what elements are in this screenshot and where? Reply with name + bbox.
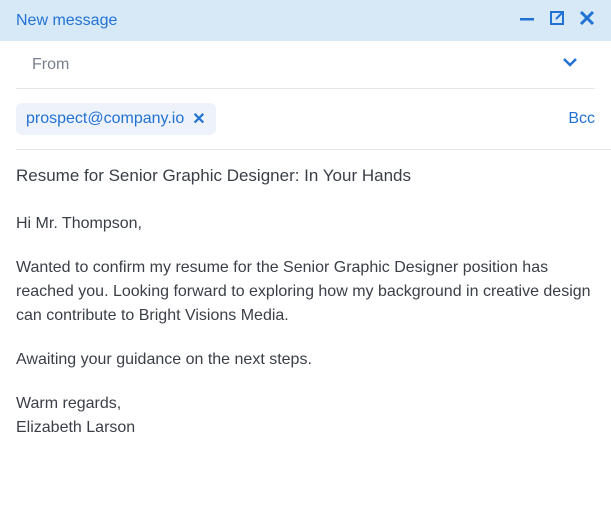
body-paragraph: Awaiting your guidance on the next steps… [16,348,595,372]
from-label: From [32,56,69,74]
recipient-email: prospect@company.io [26,110,184,128]
titlebar: New message [0,0,611,41]
body-greeting: Hi Mr. Thompson, [16,212,595,236]
window-title: New message [16,12,117,30]
titlebar-actions [519,10,595,31]
from-row[interactable]: From [16,41,595,89]
subject-row [16,150,611,202]
body-paragraph: Wanted to confirm my resume for the Seni… [16,256,595,328]
body-closing: Warm regards, Elizabeth Larson [16,392,595,440]
minimize-icon[interactable] [519,10,535,31]
recipient-chip[interactable]: prospect@company.io ✕ [16,103,216,135]
chevron-down-icon[interactable] [561,53,579,76]
subject-input[interactable] [16,166,595,186]
to-row[interactable]: prospect@company.io ✕ Bcc [16,89,611,150]
email-body[interactable]: Hi Mr. Thompson, Wanted to confirm my re… [16,202,611,456]
close-icon[interactable] [579,10,595,31]
bcc-button[interactable]: Bcc [568,110,595,128]
remove-recipient-icon[interactable]: ✕ [192,109,205,129]
popout-icon[interactable] [549,10,565,31]
